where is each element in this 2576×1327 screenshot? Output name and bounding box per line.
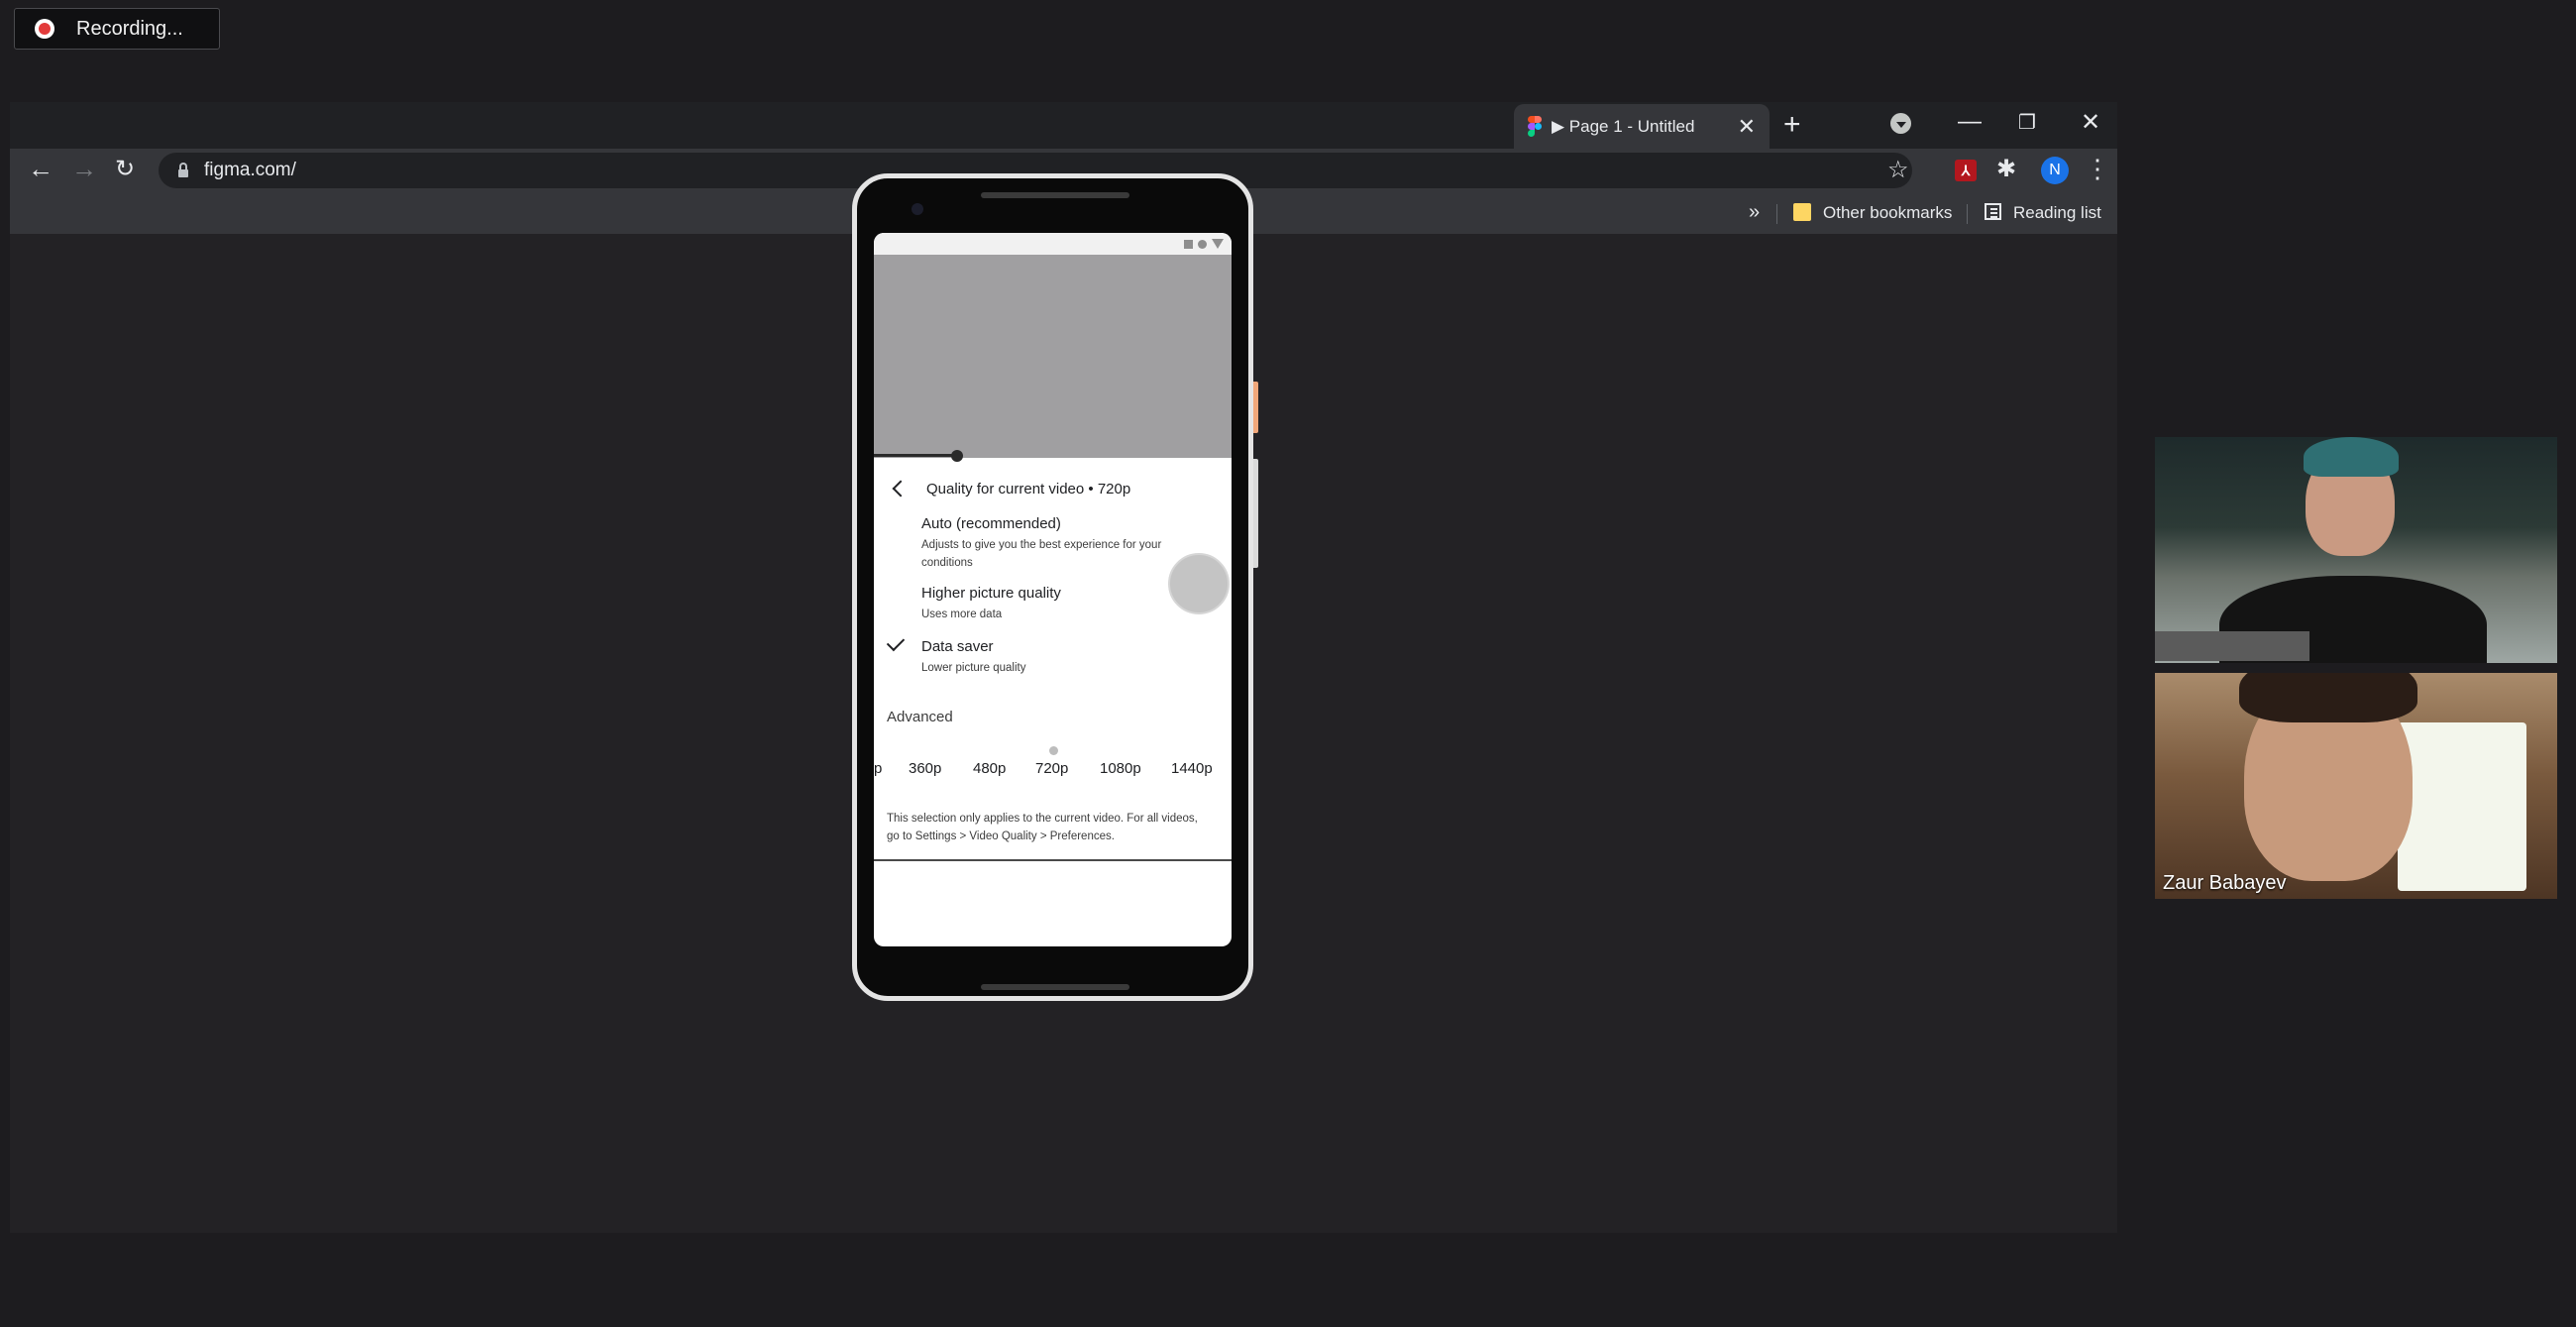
other-bookmarks-link[interactable]: Other bookmarks xyxy=(1823,203,1952,223)
phone-speaker xyxy=(981,192,1129,198)
status-bar xyxy=(874,233,1232,255)
bookmarks-overflow-button[interactable]: » xyxy=(1749,201,1760,224)
option-title: Data saver xyxy=(921,638,994,655)
divider xyxy=(1776,204,1777,224)
resolution-selector[interactable]: p 360p 480p 720p 1080p 1440p xyxy=(874,760,1232,782)
option-title: Auto (recommended) xyxy=(921,515,1061,532)
video-player[interactable] xyxy=(874,255,1232,458)
tab-search-icon[interactable] xyxy=(1890,113,1911,134)
new-tab-icon[interactable]: + xyxy=(1783,108,1801,142)
back-arrow-icon[interactable] xyxy=(892,480,910,498)
bookmark-star-icon[interactable]: ☆ xyxy=(1887,156,1909,184)
participant-hair xyxy=(2239,673,2417,722)
checkmark-icon xyxy=(886,632,906,652)
sheet-title: Quality for current video • 720p xyxy=(926,480,1131,498)
option-subtitle: Adjusts to give you the best experience … xyxy=(921,539,1162,569)
reload-icon[interactable]: ↻ xyxy=(115,155,135,183)
option-subtitle: Lower picture quality xyxy=(921,662,1026,674)
phone-bottom-speaker xyxy=(981,984,1129,990)
quality-sheet-header: Quality for current video • 720p xyxy=(874,471,1232,506)
recording-indicator[interactable]: Recording... xyxy=(14,8,220,50)
advanced-label: Advanced xyxy=(887,709,953,725)
notification-icon xyxy=(1184,239,1193,249)
resolution-option[interactable]: 1080p xyxy=(1100,760,1141,777)
phone-power-key xyxy=(1253,382,1258,433)
participant-video-1[interactable] xyxy=(2155,437,2557,663)
close-tab-icon[interactable]: ✕ xyxy=(1738,114,1756,140)
video-progress xyxy=(874,454,956,457)
folder-icon xyxy=(1793,203,1811,221)
participant-video-2[interactable]: Zaur Babayev xyxy=(2155,673,2557,899)
participant-name: Zaur Babayev xyxy=(2163,872,2287,894)
forward-icon[interactable]: → xyxy=(71,154,97,184)
touch-indicator xyxy=(1168,553,1230,614)
option-title: Higher picture quality xyxy=(921,585,1061,602)
tab-strip: ▶ Page 1 - Untitled ✕ + — ❐ ✕ xyxy=(10,102,2117,149)
profile-avatar[interactable]: N xyxy=(2041,157,2069,184)
lock-icon xyxy=(178,162,188,177)
minimize-icon[interactable]: — xyxy=(1958,108,1982,136)
phone-volume-key xyxy=(1253,459,1258,568)
record-icon xyxy=(35,19,54,39)
divider xyxy=(1967,204,1968,224)
restore-icon[interactable]: ❐ xyxy=(2018,110,2036,135)
phone-screen: Quality for current video • 720p Auto (r… xyxy=(874,233,1232,946)
figma-icon xyxy=(1528,116,1542,137)
menu-kebab-icon[interactable]: ⋮ xyxy=(2085,154,2110,184)
option-data-saver[interactable]: Data saver Lower picture quality xyxy=(921,638,1189,677)
video-scrubber[interactable] xyxy=(951,450,963,462)
recording-label: Recording... xyxy=(76,17,183,40)
option-auto[interactable]: Auto (recommended) Adjusts to give you t… xyxy=(921,515,1189,572)
window-close-icon[interactable]: ✕ xyxy=(2081,108,2100,137)
divider xyxy=(874,859,1232,861)
resolution-option[interactable]: 480p xyxy=(973,760,1006,777)
reading-list-link[interactable]: Reading list xyxy=(2013,203,2101,223)
front-camera xyxy=(912,203,923,215)
back-icon[interactable]: ← xyxy=(28,154,54,184)
url-text: figma.com/ xyxy=(204,160,296,180)
tab-page-1[interactable]: ▶ Page 1 - Untitled ✕ xyxy=(1514,104,1770,149)
resolution-slider-thumb[interactable] xyxy=(1049,746,1058,755)
background-room xyxy=(2398,722,2526,891)
resolution-option[interactable]: 360p xyxy=(909,760,941,777)
participant-name-bar xyxy=(2155,631,2309,661)
participant-hair xyxy=(2304,437,2399,477)
pdf-extension-icon[interactable]: ⅄ xyxy=(1955,160,1977,181)
selection-note: This selection only applies to the curre… xyxy=(887,813,1198,842)
option-higher-quality[interactable]: Higher picture quality Uses more data xyxy=(921,585,1189,623)
extensions-puzzle-icon[interactable]: ✱ xyxy=(1996,155,2016,183)
resolution-option[interactable]: 1440p xyxy=(1171,760,1213,777)
resolution-option[interactable]: 720p xyxy=(1035,760,1068,777)
reading-list-icon xyxy=(1985,203,2001,220)
tab-title: ▶ Page 1 - Untitled xyxy=(1552,116,1695,136)
option-subtitle: Uses more data xyxy=(921,608,1003,620)
phone-frame: Quality for current video • 720p Auto (r… xyxy=(852,173,1253,1001)
battery-icon xyxy=(1198,239,1207,249)
resolution-option[interactable]: p xyxy=(874,760,882,777)
wifi-icon xyxy=(1212,239,1224,249)
